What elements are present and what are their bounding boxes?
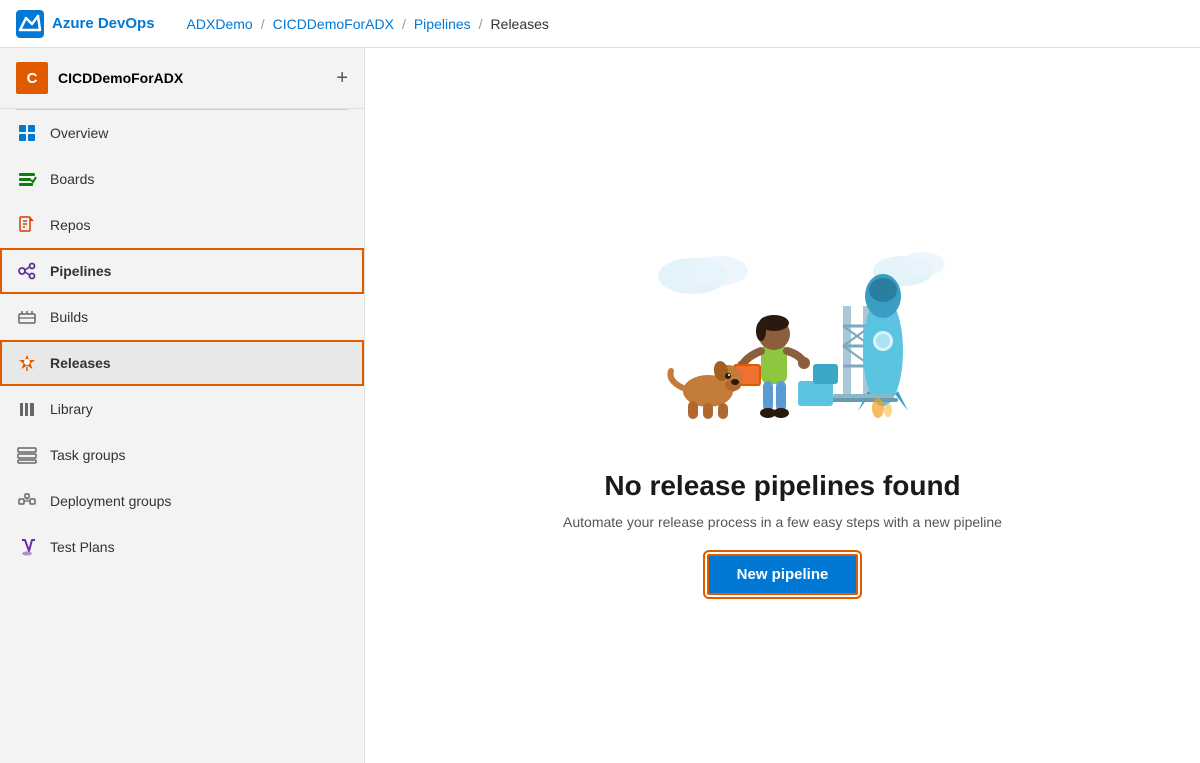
breadcrumb-adxdemo[interactable]: ADXDemo <box>187 16 253 32</box>
overview-icon <box>16 122 38 144</box>
library-icon <box>16 398 38 420</box>
sidebar-label-pipelines: Pipelines <box>50 263 111 279</box>
empty-state-title: No release pipelines found <box>604 470 960 502</box>
breadcrumb-cicddemo[interactable]: CICDDemoForADX <box>273 16 394 32</box>
sidebar-item-testplans[interactable]: Test Plans <box>0 524 364 570</box>
sidebar-label-builds: Builds <box>50 309 88 325</box>
azure-devops-logo-icon <box>16 10 44 38</box>
sidebar-item-deploymentgroups[interactable]: Deployment groups <box>0 478 364 524</box>
sidebar-label-deploymentgroups: Deployment groups <box>50 493 171 509</box>
sidebar-item-overview[interactable]: Overview <box>0 110 364 156</box>
deploymentgroups-icon <box>16 490 38 512</box>
builds-icon <box>16 306 38 328</box>
breadcrumb: ADXDemo / CICDDemoForADX / Pipelines / R… <box>187 16 549 32</box>
empty-state-subtitle: Automate your release process in a few e… <box>563 514 1002 530</box>
empty-state-illustration <box>613 216 953 446</box>
breadcrumb-sep-1: / <box>261 16 265 32</box>
testplans-icon <box>16 536 38 558</box>
sidebar-label-library: Library <box>50 401 93 417</box>
sidebar-item-taskgroups[interactable]: Task groups <box>0 432 364 478</box>
project-name: CICDDemoForADX <box>58 70 326 86</box>
pipelines-icon <box>16 260 38 282</box>
sidebar-label-testplans: Test Plans <box>50 539 115 555</box>
new-pipeline-button[interactable]: New pipeline <box>707 554 859 595</box>
sidebar-item-releases[interactable]: Releases <box>0 340 364 386</box>
breadcrumb-sep-2: / <box>402 16 406 32</box>
brand-label: Azure DevOps <box>52 15 155 32</box>
sidebar-label-overview: Overview <box>50 125 108 141</box>
taskgroups-icon <box>16 444 38 466</box>
sidebar-item-boards[interactable]: Boards <box>0 156 364 202</box>
boards-icon <box>16 168 38 190</box>
sidebar-label-repos: Repos <box>50 217 90 233</box>
releases-icon <box>16 352 38 374</box>
sidebar-label-boards: Boards <box>50 171 94 187</box>
sidebar: C CICDDemoForADX + Overview <box>0 48 365 763</box>
sidebar-item-library[interactable]: Library <box>0 386 364 432</box>
add-project-button[interactable]: + <box>336 68 348 88</box>
repos-icon <box>16 214 38 236</box>
main-layout: C CICDDemoForADX + Overview <box>0 48 1200 763</box>
sidebar-label-releases: Releases <box>50 355 111 371</box>
topbar: Azure DevOps ADXDemo / CICDDemoForADX / … <box>0 0 1200 48</box>
breadcrumb-sep-3: / <box>479 16 483 32</box>
sidebar-item-repos[interactable]: Repos <box>0 202 364 248</box>
brand-logo[interactable]: Azure DevOps <box>16 10 155 38</box>
breadcrumb-pipelines[interactable]: Pipelines <box>414 16 471 32</box>
content-area: No release pipelines found Automate your… <box>365 48 1200 763</box>
breadcrumb-releases: Releases <box>491 16 549 32</box>
project-avatar: C <box>16 62 48 94</box>
sidebar-item-pipelines[interactable]: Pipelines <box>0 248 364 294</box>
sidebar-label-taskgroups: Task groups <box>50 447 125 463</box>
sidebar-item-builds[interactable]: Builds <box>0 294 364 340</box>
project-header: C CICDDemoForADX + <box>0 48 364 109</box>
